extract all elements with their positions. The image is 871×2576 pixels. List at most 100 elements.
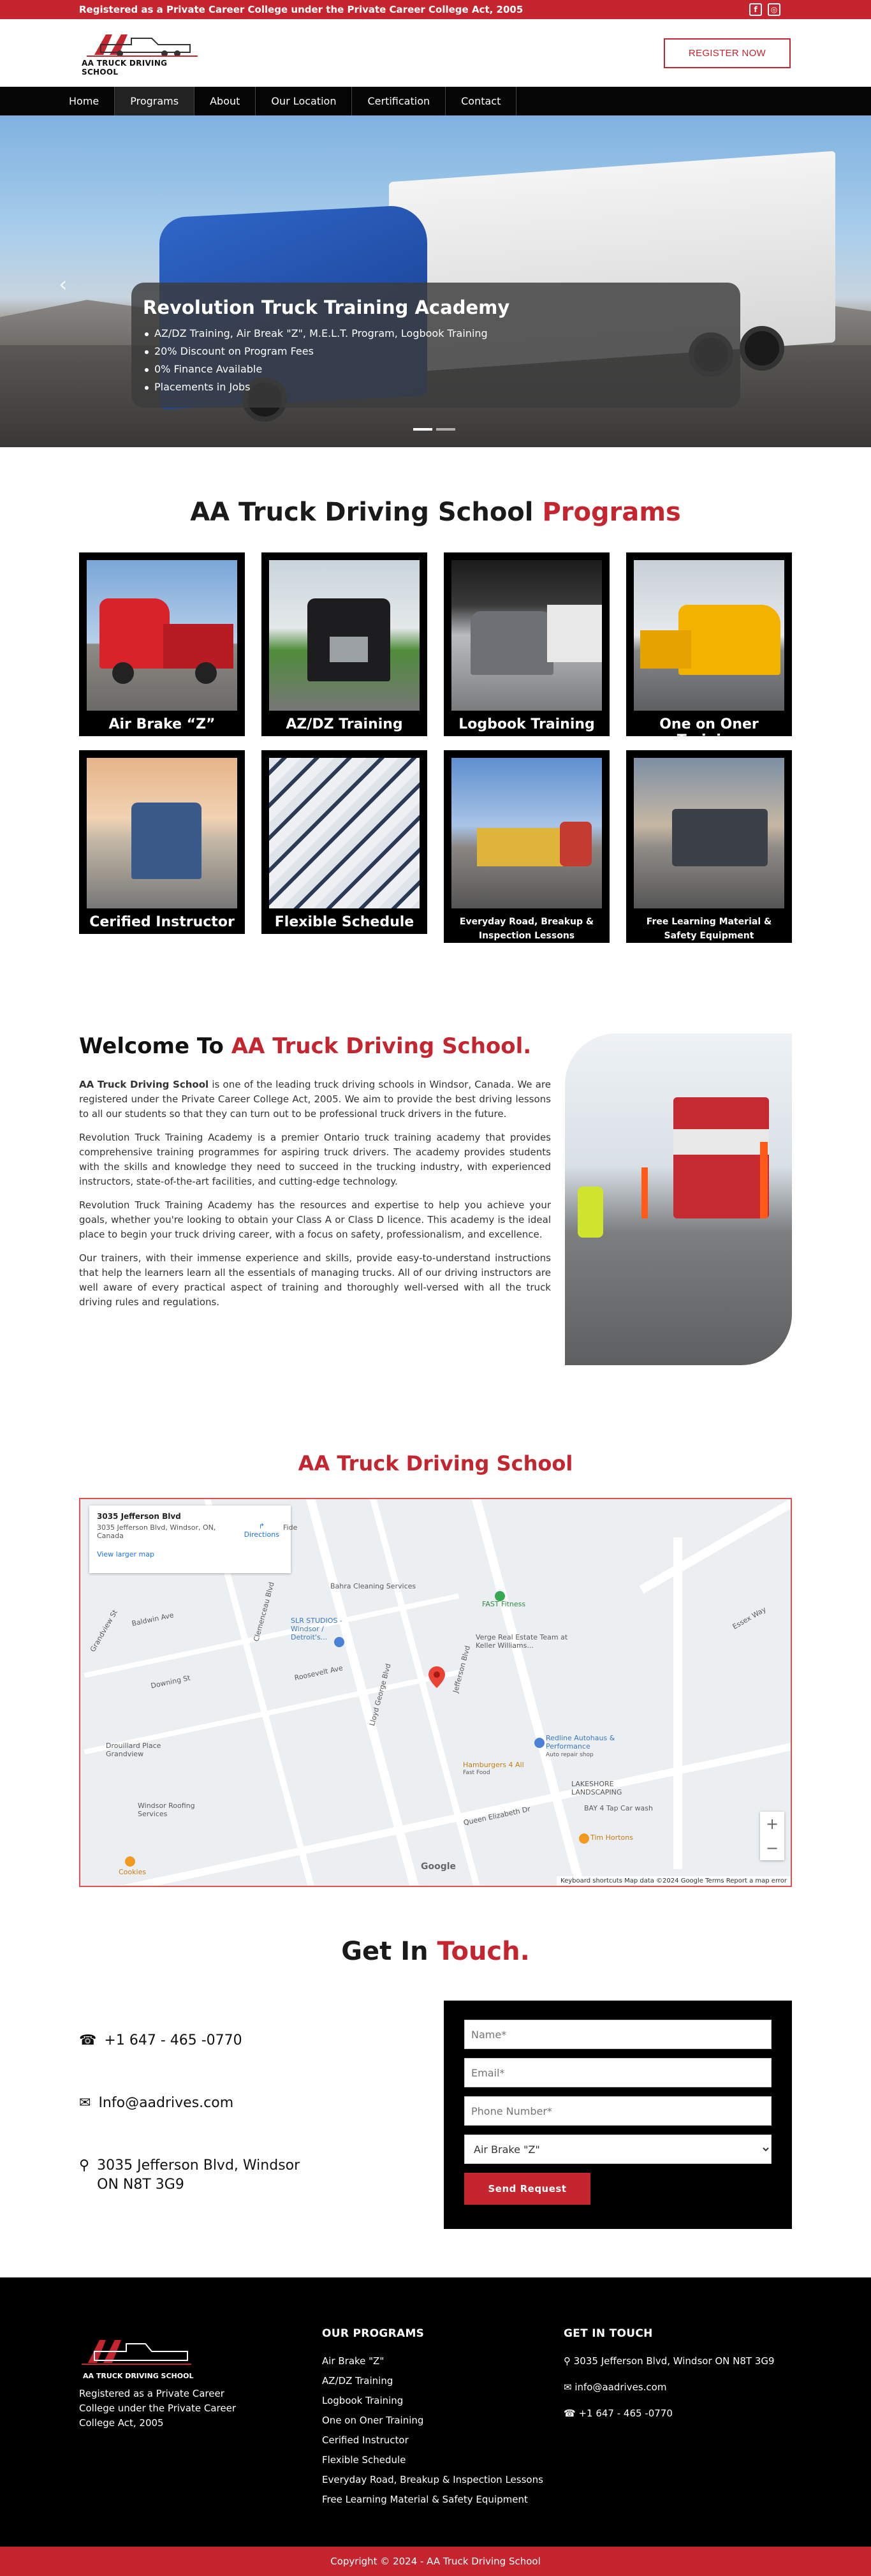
footer-program-link[interactable]: Flexible Schedule	[322, 2450, 543, 2470]
contact-phone[interactable]: ☎ +1 647 - 465 -0770	[79, 2031, 300, 2050]
footer-program-link[interactable]: One on Oner Training	[322, 2411, 543, 2431]
directions-link[interactable]: ↱ Directions	[244, 1522, 279, 1539]
program-image	[269, 560, 420, 711]
footer-logo-text: AA TRUCK DRIVING SCHOOL	[83, 2372, 194, 2380]
map-label: Fide	[283, 1523, 298, 1532]
welcome-text: AA Truck Driving School is one of the le…	[79, 1077, 551, 1319]
program-label: AZ/DZ Training	[286, 716, 403, 732]
location-map[interactable]: 3035 Jefferson Blvd 3035 Jefferson Blvd,…	[79, 1498, 792, 1887]
nav-contact[interactable]: Contact	[446, 87, 517, 115]
map-label: Bahra Cleaning Services	[330, 1582, 416, 1590]
footer-email[interactable]: ✉ info@aadrives.com	[564, 2378, 775, 2397]
site-logo[interactable]: AA TRUCK DRIVING SCHOOL	[82, 29, 203, 77]
footer-touch: GET IN TOUCH ⚲ 3035 Jefferson Blvd, Wind…	[564, 2327, 775, 2424]
google-logo: Google	[421, 1862, 457, 1872]
directions-label: Directions	[244, 1530, 279, 1539]
contact-phone-text: +1 647 - 465 -0770	[104, 2032, 242, 2048]
map-label: Essex Way	[731, 1605, 768, 1631]
hero-bullet: AZ/DZ Training, Air Break "Z", M.E.L.T. …	[143, 325, 729, 343]
email-input[interactable]	[464, 2058, 772, 2087]
auto-shop-pin-icon[interactable]	[534, 1738, 545, 1748]
map-info-address: 3035 Jefferson Blvd, Windsor, ON, Canada	[97, 1523, 216, 1540]
contact-email[interactable]: ✉ Info@aadrives.com	[79, 2094, 300, 2113]
footer-touch-heading: GET IN TOUCH	[564, 2327, 653, 2340]
program-card-flexible[interactable]: Flexible Schedule	[261, 750, 427, 934]
program-card-air-brake[interactable]: Air Brake “Z”	[79, 552, 245, 736]
map-label: SLR STUDIOS - Windsor / Detroit's...	[291, 1617, 342, 1641]
footer-program-link[interactable]: Logbook Training	[322, 2391, 543, 2411]
map-road	[84, 1593, 460, 1678]
welcome-paragraph: Revolution Truck Training Academy has th…	[79, 1199, 551, 1240]
program-card-logbook[interactable]: Logbook Training	[444, 552, 610, 736]
map-label: Auto repair shop	[546, 1752, 594, 1758]
welcome-paragraph: Our trainers, with their immense experie…	[79, 1252, 551, 1308]
footer-address: ⚲ 3035 Jefferson Blvd, Windsor ON N8T 3G…	[564, 2351, 775, 2371]
map-attribution[interactable]: Keyboard shortcuts Map data ©2024 Google…	[557, 1876, 791, 1886]
view-larger-map-link[interactable]: View larger map	[97, 1550, 283, 1558]
map-label: Redline Autohaus & Performance	[546, 1734, 615, 1751]
program-label: Cerified Instructor	[89, 914, 235, 930]
welcome-section: Welcome To AA Truck Driving School. AA T…	[79, 1033, 792, 1365]
program-select[interactable]: Air Brake "Z"	[464, 2135, 772, 2164]
map-label: Grandview St	[88, 1608, 120, 1654]
zoom-in-button[interactable]: +	[760, 1812, 784, 1836]
footer-program-link[interactable]: Everyday Road, Breakup & Inspection Less…	[322, 2470, 543, 2490]
phone-icon: ☎	[564, 2408, 579, 2419]
envelope-icon: ✉	[564, 2381, 575, 2393]
map-label: Windsor Roofing Services	[138, 1802, 195, 1818]
program-image	[634, 758, 784, 908]
program-card-road-lessons[interactable]: Everyday Road, Breakup & Inspection Less…	[444, 750, 610, 943]
program-card-azdz[interactable]: AZ/DZ Training	[261, 552, 427, 736]
bakery-pin-icon[interactable]	[125, 1856, 135, 1867]
nav-home[interactable]: Home	[54, 87, 115, 115]
hero-bullets: AZ/DZ Training, Air Break "Z", M.E.L.T. …	[143, 325, 729, 396]
footer-email-text: info@aadrives.com	[575, 2381, 667, 2393]
map-label: Verge Real Estate Team at Keller William…	[476, 1633, 568, 1650]
slider-prev-arrow[interactable]: ‹	[59, 272, 68, 297]
social-links: f ◎	[749, 3, 780, 16]
facebook-icon[interactable]: f	[749, 3, 762, 16]
nav-certification[interactable]: Certification	[352, 87, 446, 115]
program-card-instructor[interactable]: Cerified Instructor	[79, 750, 245, 934]
zoom-out-button[interactable]: −	[760, 1836, 784, 1860]
main-navigation: Home Programs About Our Location Certifi…	[0, 87, 871, 115]
map-road	[639, 1499, 791, 1594]
phone-input[interactable]	[464, 2096, 772, 2126]
footer-programs-heading: OUR PROGRAMS	[322, 2327, 425, 2340]
logo-text: AA TRUCK DRIVING SCHOOL	[82, 59, 168, 77]
map-location-pin-icon[interactable]	[428, 1666, 445, 1688]
map-marker-icon: ⚲	[79, 2158, 90, 2173]
footer-program-link[interactable]: Cerified Instructor	[322, 2431, 543, 2450]
map-road	[673, 1537, 682, 1869]
slider-dot[interactable]	[436, 428, 455, 431]
footer-program-link[interactable]: Air Brake "Z"	[322, 2351, 543, 2371]
program-card-free-material[interactable]: Free Learning Material & Safety Equipmen…	[626, 750, 792, 943]
program-label: Logbook Training	[458, 716, 595, 732]
coffee-pin-icon[interactable]	[579, 1833, 589, 1844]
nav-about[interactable]: About	[194, 87, 256, 115]
slider-dot[interactable]	[413, 428, 432, 431]
program-card-one-on-one[interactable]: One on Oner Training	[626, 552, 792, 748]
programs-section: AA Truck Driving School Programs	[0, 498, 871, 527]
hero-wheel	[740, 326, 784, 371]
footer-about-text: Registered as a Private Career College u…	[79, 2388, 237, 2429]
map-label: FAST Fitness	[482, 1600, 526, 1608]
hero-bullet: 20% Discount on Program Fees	[143, 343, 729, 360]
name-input[interactable]	[464, 2020, 772, 2049]
footer-program-link[interactable]: AZ/DZ Training	[322, 2371, 543, 2391]
instagram-icon[interactable]: ◎	[768, 3, 780, 16]
nav-our-location[interactable]: Our Location	[256, 87, 353, 115]
program-label: Free Learning Material & Safety Equipmen…	[646, 917, 772, 941]
nav-programs[interactable]: Programs	[115, 87, 195, 115]
footer-phone[interactable]: ☎ +1 647 - 465 -0770	[564, 2404, 775, 2424]
footer-program-link[interactable]: Free Learning Material & Safety Equipmen…	[322, 2490, 543, 2510]
truck-logo-icon	[87, 34, 198, 57]
fitness-pin-icon[interactable]	[495, 1591, 505, 1601]
footer-truck-logo-icon[interactable]	[79, 2332, 194, 2368]
top-bar: Registered as a Private Career College u…	[0, 0, 871, 19]
welcome-paragraph: AA Truck Driving School is one of the le…	[79, 1077, 551, 1121]
studio-pin-icon[interactable]	[334, 1637, 344, 1647]
register-now-button[interactable]: Register Now	[663, 38, 791, 68]
send-request-button[interactable]: Send Request	[464, 2173, 590, 2205]
program-image	[451, 758, 602, 908]
